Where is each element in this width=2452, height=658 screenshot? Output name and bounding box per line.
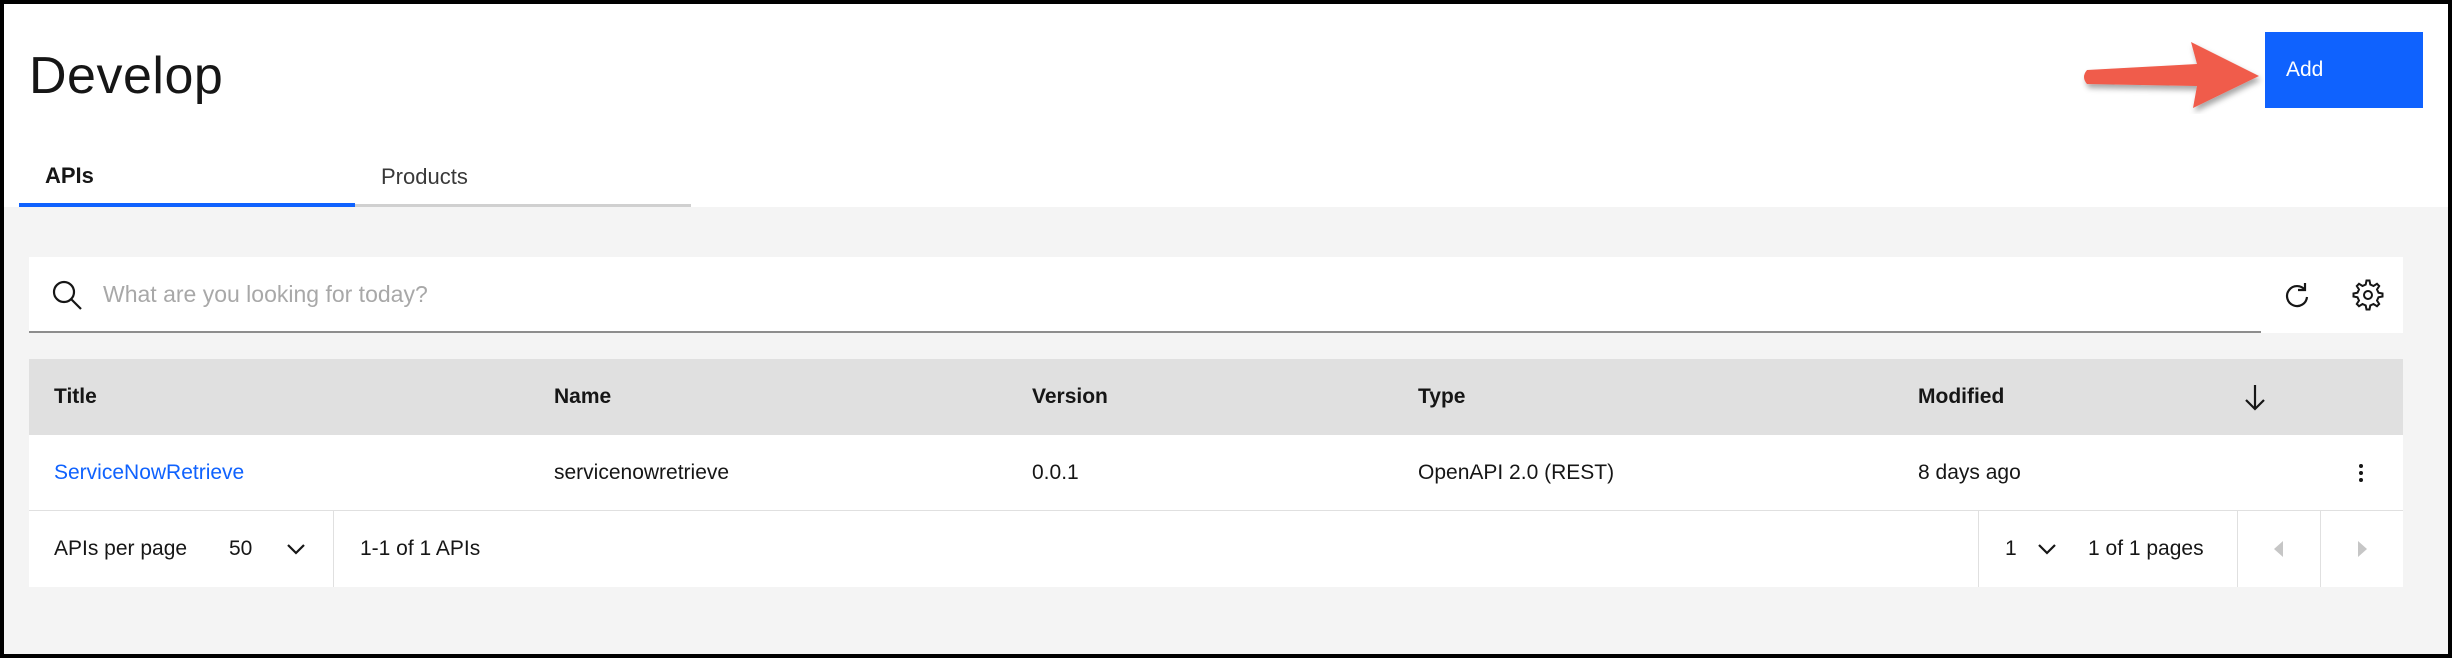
table-header: Title Name Version Type Modified (29, 359, 2403, 435)
apis-table: Title Name Version Type Modified Service… (29, 359, 2403, 511)
search-icon (52, 280, 82, 310)
api-type: OpenAPI 2.0 (REST) (1418, 461, 1615, 484)
api-modified: 8 days ago (1918, 461, 2021, 484)
page-count-text: 1 of 1 pages (2088, 537, 2204, 560)
search-field (29, 257, 2261, 333)
column-header-title[interactable]: Title (54, 359, 97, 435)
divider (333, 511, 334, 587)
tab-list: APIs Products (19, 149, 691, 207)
divider (1978, 511, 1979, 587)
search-input[interactable] (103, 257, 2243, 331)
tab-apis[interactable]: APIs (19, 149, 355, 207)
caret-left-icon (2274, 541, 2283, 557)
chevron-down-icon[interactable] (284, 537, 308, 561)
page-select-value: 1 (2005, 537, 2017, 560)
items-per-page-label: APIs per page (54, 537, 188, 560)
tab-products[interactable]: Products (355, 149, 691, 207)
column-header-name[interactable]: Name (554, 359, 611, 435)
add-button[interactable]: Add (2265, 32, 2423, 108)
next-page-button[interactable] (2321, 511, 2403, 587)
table-row: ServiceNowRetrieve servicenowretrieve 0.… (29, 435, 2403, 511)
column-header-type[interactable]: Type (1418, 359, 1465, 435)
api-version: 0.0.1 (1032, 461, 1079, 484)
api-name: servicenowretrieve (554, 461, 730, 484)
chevron-down-icon[interactable] (2035, 537, 2059, 561)
item-range-text: 1-1 of 1 APIs (360, 537, 481, 560)
pagination-bar: APIs per page 50 1-1 of 1 APIs 1 1 of 1 … (29, 511, 2403, 587)
page-title: Develop (29, 47, 224, 105)
items-per-page-value: 50 (229, 537, 253, 560)
page-header: Develop APIs Products Add (4, 4, 2448, 207)
main-content: Title Name Version Type Modified Service… (4, 207, 2448, 654)
refresh-icon[interactable] (2281, 279, 2313, 311)
overflow-menu-icon[interactable] (2347, 459, 2375, 487)
app-frame: Develop APIs Products Add What are you l… (0, 0, 2452, 658)
caret-right-icon (2358, 541, 2367, 557)
previous-page-button[interactable] (2238, 511, 2320, 587)
settings-icon[interactable] (2352, 279, 2384, 311)
column-header-modified[interactable]: Modified (1918, 359, 2004, 435)
arrow-down-icon[interactable] (2239, 381, 2271, 413)
search-toolbar (29, 257, 2403, 333)
column-header-version[interactable]: Version (1032, 359, 1108, 435)
api-title-link[interactable]: ServiceNowRetrieve (54, 435, 244, 511)
annotation-arrow (2084, 42, 2259, 108)
